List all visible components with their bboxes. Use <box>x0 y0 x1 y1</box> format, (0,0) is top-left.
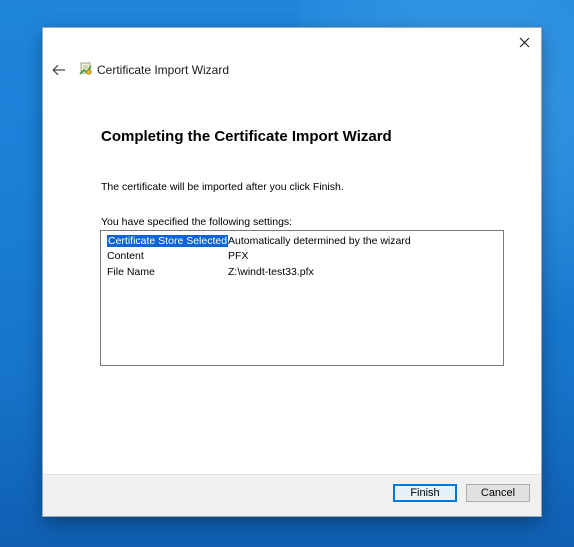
settings-value: Z:\windt-test33.pfx <box>228 265 314 278</box>
button-bar: Finish Cancel <box>43 474 541 516</box>
certificate-import-wizard-dialog: Certificate Import Wizard Completing the… <box>43 28 541 516</box>
finish-button[interactable]: Finish <box>393 484 457 502</box>
back-button[interactable] <box>49 60 69 80</box>
settings-key: File Name <box>107 265 155 278</box>
cancel-button[interactable]: Cancel <box>466 484 530 502</box>
settings-row-file-name[interactable]: File Name Z:\windt-test33.pfx <box>105 264 499 280</box>
close-icon <box>519 37 529 47</box>
settings-value: PFX <box>228 250 249 263</box>
settings-key: Certificate Store Selected <box>107 234 229 247</box>
certificate-icon <box>79 62 92 75</box>
settings-label: You have specified the following setting… <box>101 216 293 228</box>
desktop-background: Certificate Import Wizard Completing the… <box>0 0 574 547</box>
wizard-header: Certificate Import Wizard <box>43 58 541 84</box>
wizard-title: Certificate Import Wizard <box>97 63 230 77</box>
page-heading: Completing the Certificate Import Wizard <box>101 128 392 145</box>
close-button[interactable] <box>507 28 541 56</box>
settings-list[interactable]: Certificate Store Selected Automatically… <box>100 230 504 366</box>
settings-row-content[interactable]: Content PFX <box>105 249 499 265</box>
back-arrow-icon <box>52 64 65 76</box>
settings-value: Automatically determined by the wizard <box>228 234 411 247</box>
settings-row-store[interactable]: Certificate Store Selected Automatically… <box>105 233 499 249</box>
info-text: The certificate will be imported after y… <box>101 181 344 193</box>
settings-key: Content <box>107 250 144 263</box>
